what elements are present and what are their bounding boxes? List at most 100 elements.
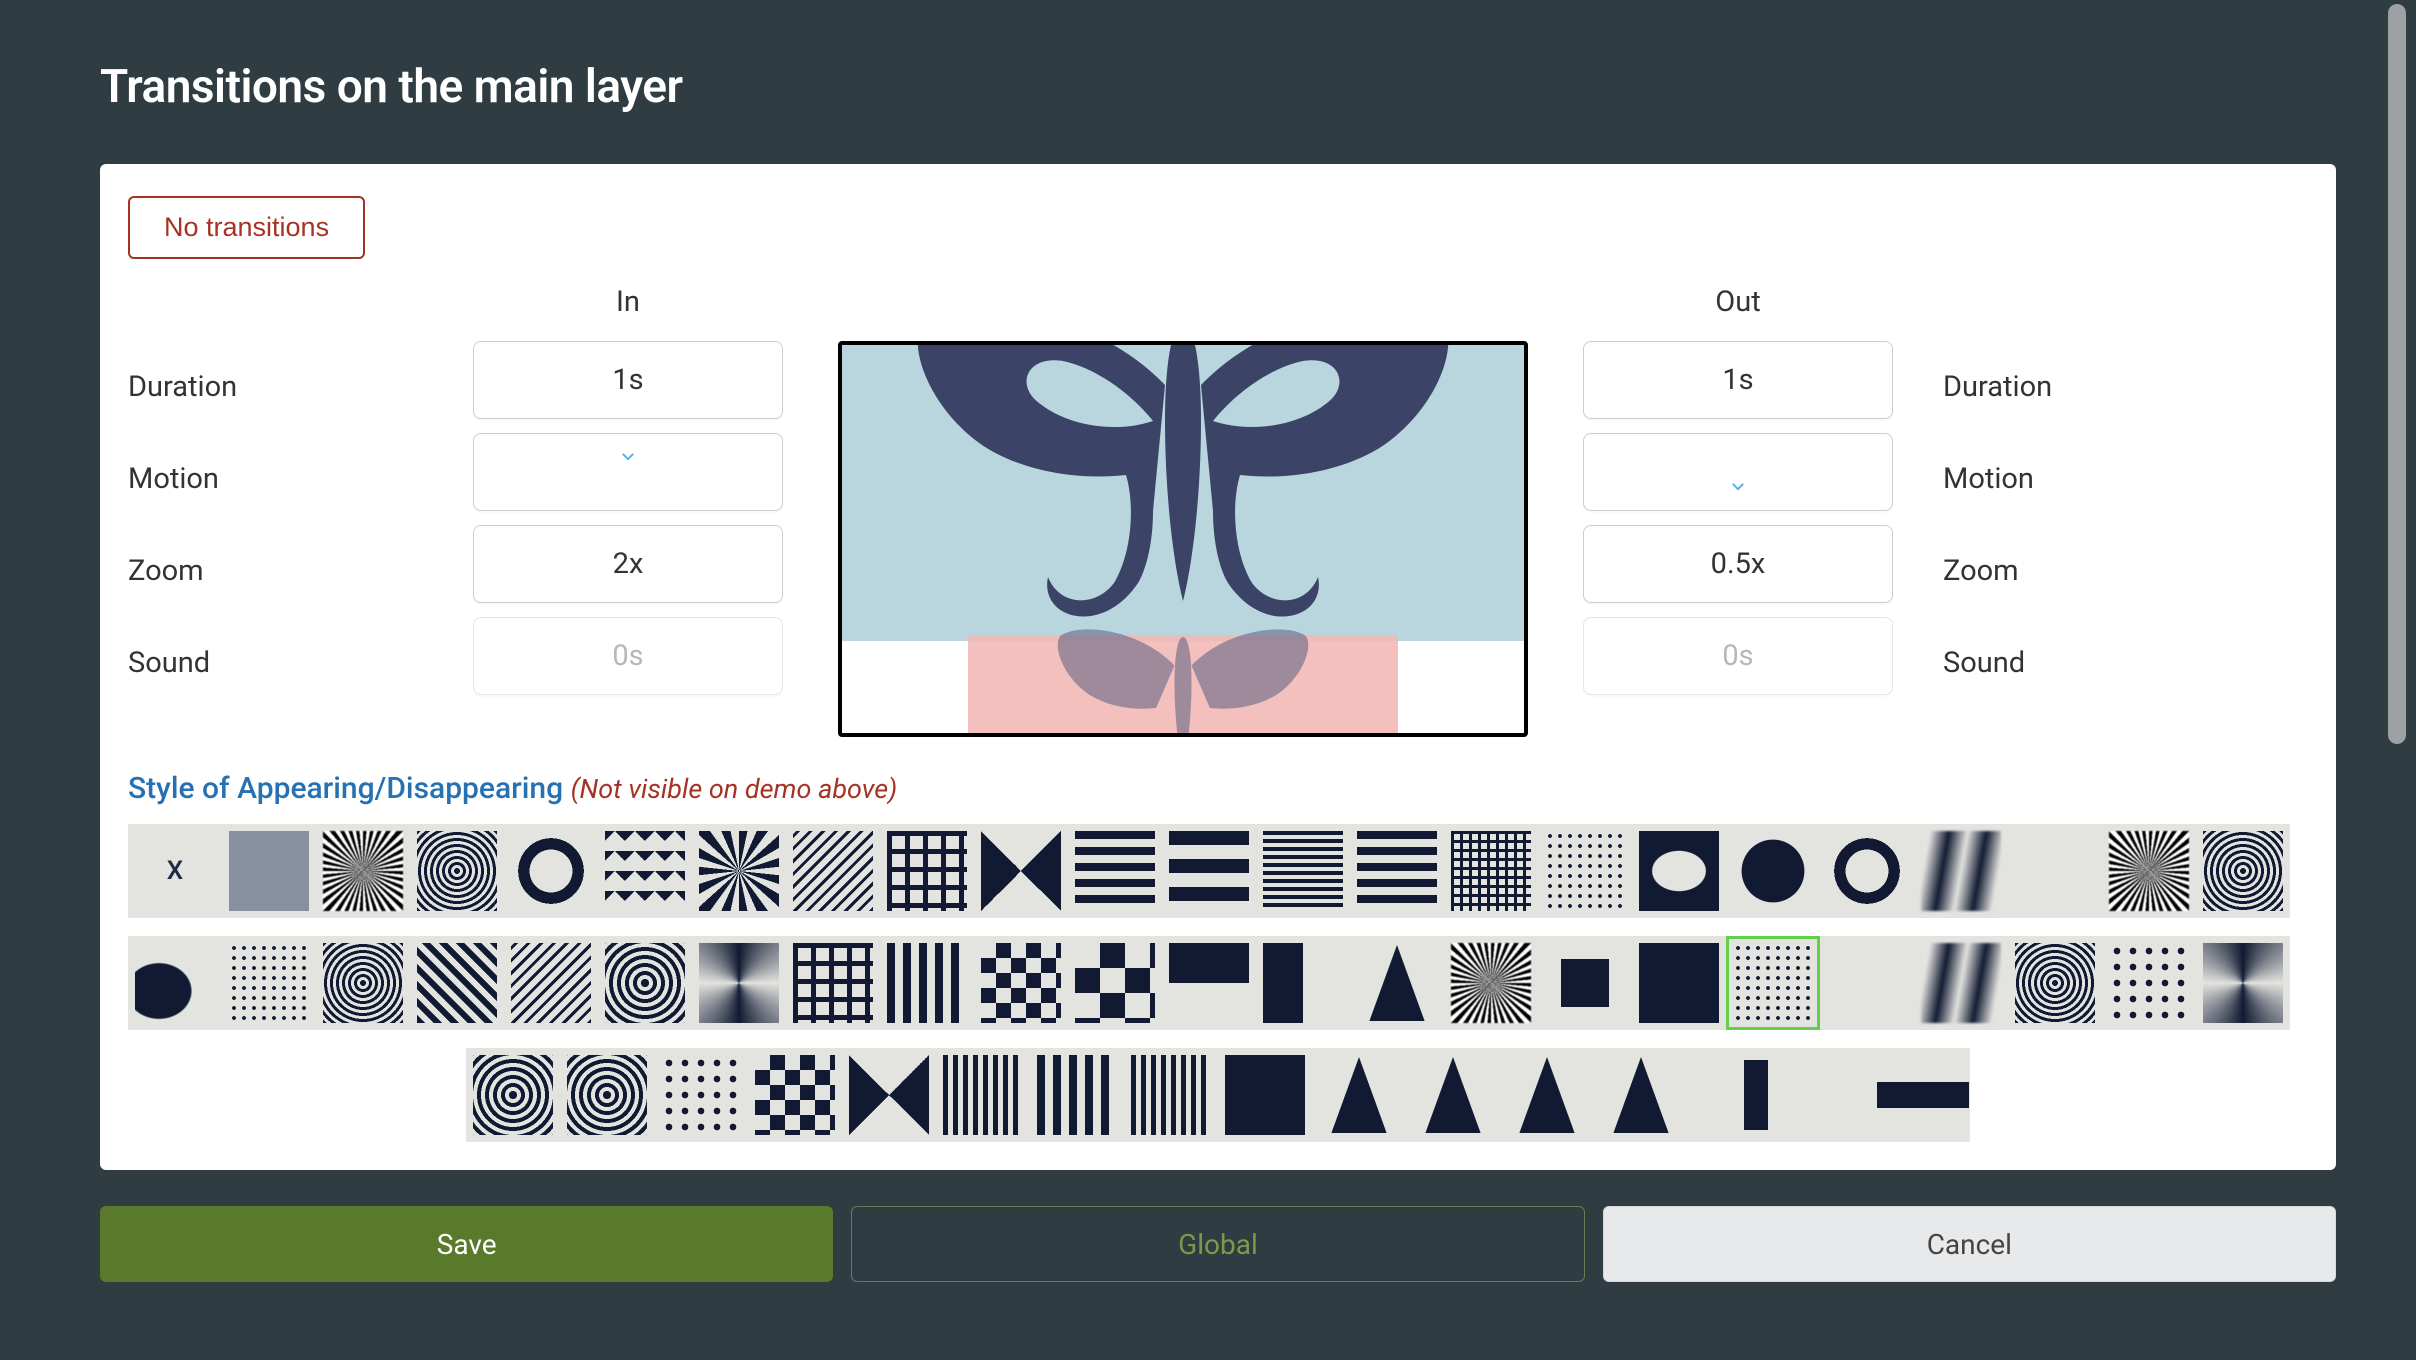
- style-tile-checker-b[interactable]: [1068, 936, 1162, 1030]
- style-tile-hstripe-d[interactable]: [1350, 824, 1444, 918]
- out-column: Out 1s 0.5x 0s: [1583, 285, 1893, 709]
- label-motion-out: Motion: [1943, 433, 2238, 525]
- style-tile-dots-a[interactable]: [1538, 824, 1632, 918]
- style-tile-blank-b[interactable]: [1820, 936, 1914, 1030]
- style-tile-blob[interactable]: [128, 936, 222, 1030]
- save-button[interactable]: Save: [100, 1206, 833, 1282]
- style-tile-grid-b[interactable]: [1444, 824, 1538, 918]
- style-tile-spiral-c[interactable]: [2196, 936, 2290, 1030]
- style-tile-spiral-e[interactable]: [560, 1048, 654, 1142]
- transitions-card: No transitions Duration Motion Zoom Soun…: [100, 164, 2336, 1170]
- style-tile-noise-a[interactable]: [316, 824, 410, 918]
- style-tile-blank-a[interactable]: [2008, 824, 2102, 918]
- in-labels-column: Duration Motion Zoom Sound: [128, 285, 423, 709]
- style-tile-tri-a[interactable]: [1350, 936, 1444, 1030]
- style-tile-quarter[interactable]: [1162, 936, 1256, 1030]
- label-sound-out: Sound: [1943, 617, 2238, 709]
- out-motion-input[interactable]: [1583, 433, 1893, 511]
- in-motion-input[interactable]: [473, 433, 783, 511]
- style-tile-spiral-a[interactable]: [598, 936, 692, 1030]
- style-tile-dots-d[interactable]: [654, 1048, 748, 1142]
- style-tile-grid-c[interactable]: [786, 936, 880, 1030]
- style-tile-dots-c[interactable]: [2102, 936, 2196, 1030]
- label-motion-in: Motion: [128, 433, 423, 525]
- style-tile-hstripe-b[interactable]: [1162, 824, 1256, 918]
- style-tile-static[interactable]: [1726, 936, 1820, 1030]
- style-tile-diag-b[interactable]: [504, 936, 598, 1030]
- in-column: In 1s 2x 0s: [473, 285, 783, 709]
- style-tile-checker-c[interactable]: [748, 1048, 842, 1142]
- style-tile-half-v[interactable]: [1256, 936, 1350, 1030]
- style-tile-twobars[interactable]: [1688, 1048, 1782, 1142]
- style-tile-blank-c[interactable]: [1782, 1048, 1876, 1142]
- style-tile-vstripe-d[interactable]: [1124, 1048, 1218, 1142]
- style-tile-centerbar[interactable]: [1876, 1048, 1970, 1142]
- style-tile-fade[interactable]: [222, 824, 316, 918]
- style-tile-burst[interactable]: [692, 824, 786, 918]
- style-tile-grid-a[interactable]: [880, 824, 974, 918]
- style-tile-none[interactable]: X: [128, 824, 222, 918]
- label-duration-out: Duration: [1943, 341, 2238, 433]
- in-header: In: [616, 285, 640, 341]
- style-tile-tri-b[interactable]: [1312, 1048, 1406, 1142]
- out-zoom-input[interactable]: 0.5x: [1583, 525, 1893, 603]
- cancel-button[interactable]: Cancel: [1603, 1206, 2336, 1282]
- arrow-down-icon: [1727, 470, 1749, 504]
- scrollbar-thumb[interactable]: [2388, 4, 2406, 744]
- in-duration-input[interactable]: 1s: [473, 341, 783, 419]
- global-button[interactable]: Global: [851, 1206, 1584, 1282]
- style-tile-noise-b[interactable]: [410, 824, 504, 918]
- out-header: Out: [1715, 285, 1760, 341]
- scrollbar[interactable]: [2388, 0, 2406, 1360]
- style-tile-solid-b[interactable]: [1218, 1048, 1312, 1142]
- style-tile-noise-g[interactable]: [2008, 936, 2102, 1030]
- style-tile-star[interactable]: [974, 824, 1068, 918]
- style-tile-spiral-d[interactable]: [466, 1048, 560, 1142]
- out-sound-input[interactable]: 0s: [1583, 617, 1893, 695]
- in-sound-input[interactable]: 0s: [473, 617, 783, 695]
- style-tile-vstripe-a[interactable]: [880, 936, 974, 1030]
- style-section-title: Style of Appearing/Disappearing: [128, 771, 563, 806]
- style-tile-noise-f[interactable]: [1444, 936, 1538, 1030]
- style-tile-ellipse-a[interactable]: [1632, 824, 1726, 918]
- label-zoom-out: Zoom: [1943, 525, 2238, 617]
- style-tile-zigzag[interactable]: [598, 824, 692, 918]
- style-tile-diag-fine[interactable]: [786, 824, 880, 918]
- butterfly-small-icon: [1013, 623, 1353, 737]
- preview-frame[interactable]: [838, 341, 1528, 737]
- style-tile-ring-b[interactable]: [1820, 824, 1914, 918]
- style-tile-noise-e[interactable]: [316, 936, 410, 1030]
- style-tile-circle-a[interactable]: [1726, 824, 1820, 918]
- style-tile-square-a[interactable]: [1538, 936, 1632, 1030]
- butterfly-icon: [873, 341, 1493, 655]
- style-tile-ring[interactable]: [504, 824, 598, 918]
- style-tile-noise-d[interactable]: [2196, 824, 2290, 918]
- label-duration-in: Duration: [128, 341, 423, 433]
- style-tile-vstripe-c[interactable]: [1030, 1048, 1124, 1142]
- in-zoom-input[interactable]: 2x: [473, 525, 783, 603]
- style-tile-diag-a[interactable]: [410, 936, 504, 1030]
- out-labels-column: Duration Motion Zoom Sound: [1943, 285, 2238, 709]
- no-transitions-button[interactable]: No transitions: [128, 196, 365, 259]
- style-tile-vstripe-b[interactable]: [936, 1048, 1030, 1142]
- label-sound-in: Sound: [128, 617, 423, 709]
- style-tile-smear-a[interactable]: [1914, 824, 2008, 918]
- style-tile-noise-c[interactable]: [2102, 824, 2196, 918]
- preview-column: [833, 285, 1533, 737]
- arrow-down-icon: [617, 440, 639, 474]
- label-zoom-in: Zoom: [128, 525, 423, 617]
- style-tile-checker-a[interactable]: [974, 936, 1068, 1030]
- style-section-note: (Not visible on demo above): [571, 773, 898, 805]
- style-tile-spiral-b[interactable]: [692, 936, 786, 1030]
- style-tile-tri-e[interactable]: [1594, 1048, 1688, 1142]
- style-tile-dots-b[interactable]: [222, 936, 316, 1030]
- out-duration-input[interactable]: 1s: [1583, 341, 1893, 419]
- page-title: Transitions on the main layer: [100, 60, 2336, 114]
- style-tile-tri-d[interactable]: [1500, 1048, 1594, 1142]
- style-tile-tri-c[interactable]: [1406, 1048, 1500, 1142]
- style-tile-star-b[interactable]: [842, 1048, 936, 1142]
- style-tile-hstripe-a[interactable]: [1068, 824, 1162, 918]
- style-tile-smear-b[interactable]: [1914, 936, 2008, 1030]
- style-tile-hstripe-c[interactable]: [1256, 824, 1350, 918]
- style-tile-solid[interactable]: [1632, 936, 1726, 1030]
